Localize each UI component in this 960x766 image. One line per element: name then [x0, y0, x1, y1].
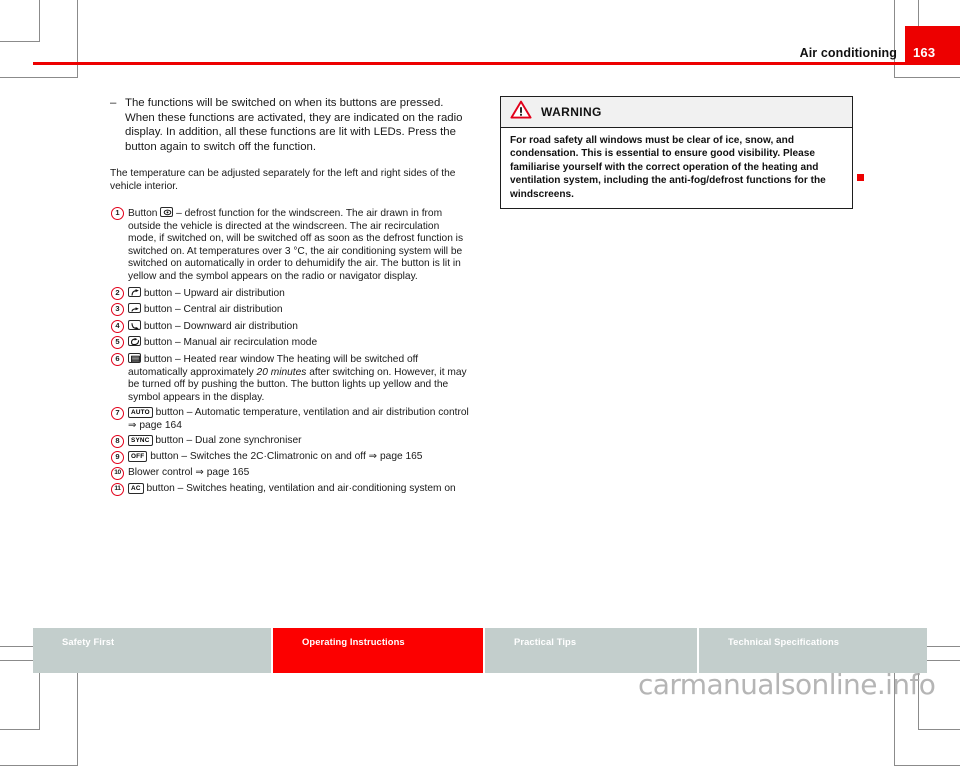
air-up-icon — [128, 286, 141, 297]
list-item: 10 Blower control ⇒ page 165 — [110, 467, 470, 481]
list-item: 7 AUTO button – Automatic temperature, v… — [110, 407, 470, 432]
auto-button-glyph: AUTO — [128, 407, 153, 419]
footer-tabs: Safety First Operating Instructions Prac… — [33, 628, 927, 673]
warning-title: WARNING — [541, 105, 602, 119]
air-recirculation-icon — [128, 336, 141, 347]
legend-text-3: button – Central air distribution — [128, 303, 470, 317]
legend-number-8: 8 — [110, 435, 128, 449]
footer-tab-operating-instructions[interactable]: Operating Instructions — [273, 628, 485, 673]
list-item: 1 Button – defrost function for the wind… — [110, 206, 470, 284]
list-item: 4 button – Downward air distribution — [110, 319, 470, 334]
legend-suffix-8: button – Dual zone synchroniser — [152, 435, 302, 447]
legend-text-2: button – Upward air distribution — [128, 286, 470, 301]
page-title: Air conditioning — [799, 46, 897, 60]
sync-button-glyph: SYNC — [128, 435, 153, 447]
legend-emphasis-6: 20 minutes — [256, 366, 307, 378]
red-square-marker — [857, 174, 864, 181]
legend-suffix-1: – defrost function for the windscreen. T… — [128, 207, 464, 282]
footer-tab-safety-first[interactable]: Safety First — [33, 628, 273, 673]
warning-box: WARNING For road safety all windows must… — [500, 96, 853, 210]
heated-rear-window-icon — [128, 352, 141, 363]
dash-marker: – — [110, 97, 117, 109]
list-item: 6 button – Heated rear window The heatin… — [110, 352, 470, 404]
list-item: 2 button – Upward air distribution — [110, 286, 470, 301]
page-number: 163 — [913, 45, 936, 60]
crop-mark-top-left-inner — [0, 0, 78, 78]
legend-text-10: Blower control ⇒ page 165 — [128, 467, 470, 480]
watermark: carmanualsonline.info — [638, 668, 936, 701]
button-legend-list: 1 Button – defrost function for the wind… — [110, 206, 470, 497]
defrost-windscreen-icon — [160, 206, 174, 217]
list-item: 11 AC button – Switches heating, ventila… — [110, 483, 470, 497]
left-content-column: – The functions will be switched on when… — [110, 96, 470, 499]
legend-suffix-5: button – Manual air recirculation mode — [141, 337, 318, 349]
legend-number-11: 11 — [110, 483, 128, 497]
legend-text-7: AUTO button – Automatic temperature, ven… — [128, 407, 470, 432]
legend-text-11: AC button – Switches heating, ventilatio… — [128, 483, 470, 496]
legend-prefix-1: Button — [128, 207, 161, 219]
list-item: 9 OFF button – Switches the 2C·Climatron… — [110, 451, 470, 465]
list-item: 8 SYNC button – Dual zone synchroniser — [110, 435, 470, 449]
legend-text-6: button – Heated rear window The heating … — [128, 352, 470, 404]
legend-number-10: 10 — [110, 467, 128, 481]
temperature-paragraph: The temperature can be adjusted separate… — [110, 168, 456, 193]
legend-text-8: SYNC button – Dual zone synchroniser — [128, 435, 470, 448]
air-down-icon — [128, 319, 141, 330]
air-central-icon — [128, 303, 141, 314]
legend-text-1: Button – defrost function for the windsc… — [128, 206, 470, 284]
legend-number-9: 9 — [110, 451, 128, 465]
ac-button-glyph: AC — [128, 483, 144, 495]
legend-number-2: 2 — [110, 286, 128, 300]
warning-body: For road safety all windows must be clea… — [510, 135, 826, 200]
warning-triangle-icon — [510, 100, 532, 124]
header-red-rule — [33, 62, 960, 65]
legend-suffix-7: button – Automatic temperature, ventilat… — [128, 407, 469, 431]
intro-bullet-text: The functions will be switched on when i… — [125, 97, 463, 153]
list-item: 5 button – Manual air recirculation mode — [110, 336, 470, 350]
legend-suffix-4: button – Downward air distribution — [141, 320, 298, 332]
legend-suffix-9: button – Switches the 2C·Climatronic on … — [147, 451, 423, 463]
legend-suffix-3: button – Central air distribution — [141, 304, 283, 316]
legend-number-6: 6 — [110, 352, 128, 366]
legend-suffix-11: button – Switches heating, ventilation a… — [143, 483, 456, 495]
legend-number-1: 1 — [110, 206, 128, 220]
intro-bullet: – The functions will be switched on when… — [110, 96, 470, 154]
legend-number-7: 7 — [110, 407, 128, 421]
legend-number-5: 5 — [110, 336, 128, 350]
footer-tab-technical-specifications[interactable]: Technical Specifications — [699, 628, 927, 673]
legend-text-5: button – Manual air recirculation mode — [128, 336, 470, 350]
warning-header: WARNING — [501, 97, 852, 128]
list-item: 3 button – Central air distribution — [110, 303, 470, 317]
legend-suffix-10: Blower control ⇒ page 165 — [128, 467, 250, 479]
off-button-glyph: OFF — [128, 451, 148, 463]
legend-number-4: 4 — [110, 319, 128, 333]
legend-text-4: button – Downward air distribution — [128, 319, 470, 334]
footer-tab-practical-tips[interactable]: Practical Tips — [485, 628, 699, 673]
legend-suffix-2: button – Upward air distribution — [141, 287, 285, 299]
right-content-column: WARNING For road safety all windows must… — [500, 96, 855, 210]
legend-number-3: 3 — [110, 303, 128, 317]
legend-text-9: OFF button – Switches the 2C·Climatronic… — [128, 451, 470, 464]
